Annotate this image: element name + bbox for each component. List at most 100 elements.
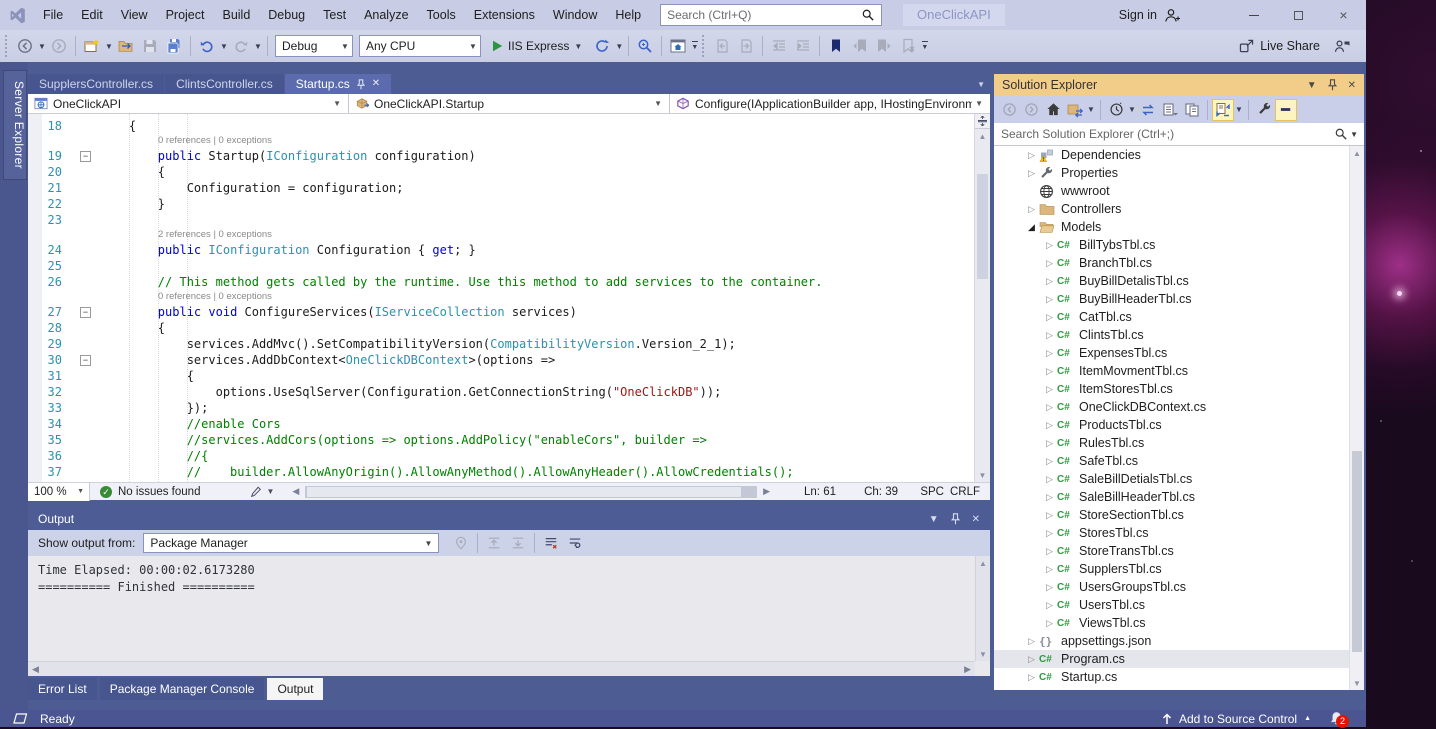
scrollbar-thumb[interactable] [307, 487, 741, 497]
menu-item-tools[interactable]: Tools [418, 0, 465, 30]
quick-search-box[interactable] [660, 4, 882, 26]
pending-changes-filter-icon[interactable] [1105, 99, 1127, 121]
code-line[interactable]: 32 options.UseSqlServer(Configuration.Ge… [28, 384, 974, 400]
expander-collapsed-icon[interactable]: ▷ [1042, 618, 1057, 629]
tree-item-storesectiontbl-cs[interactable]: ▷C#StoreSectionTbl.cs [994, 506, 1364, 524]
tree-item-clintstbl-cs[interactable]: ▷C#ClintsTbl.cs [994, 326, 1364, 344]
scroll-right-icon[interactable]: ▶ [759, 486, 774, 497]
expander-collapsed-icon[interactable]: ▷ [1042, 402, 1057, 413]
tree-item-billtybstbl-cs[interactable]: ▷C#BillTybsTbl.cs [994, 236, 1364, 254]
expander-collapsed-icon[interactable]: ▷ [1042, 366, 1057, 377]
next-message-icon[interactable] [506, 531, 530, 555]
type-dropdown[interactable]: OneClickAPI.Startup ▼ [349, 94, 670, 113]
menu-item-project[interactable]: Project [157, 0, 214, 30]
collapse-toggle-icon[interactable]: − [80, 151, 91, 162]
code-line[interactable]: 27− public void ConfigureServices(IServi… [28, 304, 974, 320]
code-line[interactable]: 37 // builder.AllowAnyOrigin().AllowAnyM… [28, 464, 974, 480]
close-icon[interactable]: ✕ [972, 514, 980, 525]
zoom-level-dropdown[interactable]: 100 % ▼ [28, 483, 90, 501]
navigate-backward-doc-icon[interactable] [710, 34, 734, 58]
tree-item-oneclickdbcontext-cs[interactable]: ▷C#OneClickDBContext.cs [994, 398, 1364, 416]
goto-message-icon[interactable] [449, 531, 473, 555]
scroll-right-icon[interactable]: ▶ [960, 664, 975, 675]
window-position-dropdown-icon[interactable]: ▼ [929, 514, 939, 525]
dropdown-arrow-icon[interactable]: ▼ [37, 35, 47, 57]
close-icon[interactable]: ✕ [1348, 80, 1356, 91]
tree-item-expensestbl-cs[interactable]: ▷C#ExpensesTbl.cs [994, 344, 1364, 362]
output-horizontal-scrollbar[interactable]: ◀ ▶ [28, 661, 975, 676]
tree-item-startup-cs[interactable]: ▷C#Startup.cs [994, 668, 1364, 686]
expander-collapsed-icon[interactable]: ▷ [1042, 456, 1057, 467]
bookmark-prev-icon[interactable] [848, 34, 872, 58]
output-vertical-scrollbar[interactable]: ▲ ▼ [975, 556, 990, 661]
prev-message-icon[interactable] [482, 531, 506, 555]
document-tab-clintscontroller-cs[interactable]: ClintsController.cs [165, 74, 284, 94]
editor-vertical-scrollbar[interactable]: ▲ ▼ [974, 114, 990, 482]
tree-item-salebillheadertbl-cs[interactable]: ▷C#SaleBillHeaderTbl.cs [994, 488, 1364, 506]
tree-item-wwwroot[interactable]: wwwroot [994, 182, 1364, 200]
expander-collapsed-icon[interactable]: ▷ [1042, 330, 1057, 341]
menu-item-help[interactable]: Help [606, 0, 650, 30]
save-all-icon[interactable] [162, 34, 186, 58]
live-share-button[interactable]: Live Share [1239, 39, 1320, 53]
save-icon[interactable] [138, 34, 162, 58]
member-dropdown[interactable]: Configure(IApplicationBuilder app, IHost… [670, 94, 990, 113]
properties-icon[interactable] [1253, 99, 1275, 121]
background-tasks-icon[interactable] [13, 713, 28, 724]
open-file-icon[interactable] [114, 34, 138, 58]
collapse-toggle-icon[interactable]: − [80, 355, 91, 366]
tree-item-buybilldetalistbl-cs[interactable]: ▷C#BuyBillDetalisTbl.cs [994, 272, 1364, 290]
tree-item-cattbl-cs[interactable]: ▷C#CatTbl.cs [994, 308, 1364, 326]
tree-item-branchtbl-cs[interactable]: ▷C#BranchTbl.cs [994, 254, 1364, 272]
code-line[interactable]: 25 [28, 258, 974, 274]
collapse-toggle-icon[interactable]: − [80, 307, 91, 318]
solution-search-box[interactable]: ▼ [994, 123, 1364, 146]
codelens-indicator[interactable]: 0 references | 0 exceptions [28, 134, 974, 148]
refresh-icon[interactable] [590, 34, 614, 58]
new-project-icon[interactable] [80, 34, 104, 58]
split-window-handle[interactable] [975, 114, 990, 129]
tool-tab-package-manager-console[interactable]: Package Manager Console [100, 678, 265, 700]
send-feedback-icon[interactable] [1334, 39, 1350, 54]
expander-collapsed-icon[interactable]: ▷ [1042, 240, 1057, 251]
expander-collapsed-icon[interactable]: ▷ [1024, 150, 1039, 161]
expander-collapsed-icon[interactable]: ▷ [1042, 582, 1057, 593]
scroll-up-icon[interactable]: ▲ [975, 129, 990, 143]
close-button[interactable]: × [1321, 0, 1366, 30]
expander-collapsed-icon[interactable]: ▷ [1042, 276, 1057, 287]
code-line[interactable]: 23 [28, 212, 974, 228]
menu-item-analyze[interactable]: Analyze [355, 0, 417, 30]
clear-all-icon[interactable] [539, 531, 563, 555]
code-line[interactable]: 22 } [28, 196, 974, 212]
code-line[interactable]: 26 // This method gets called by the run… [28, 274, 974, 290]
bookmark-clear-icon[interactable] [896, 34, 920, 58]
tree-item-productstbl-cs[interactable]: ▷C#ProductsTbl.cs [994, 416, 1364, 434]
code-line[interactable]: 33 }); [28, 400, 974, 416]
dropdown-arrow-icon[interactable]: ▼ [1127, 99, 1137, 121]
sync-with-active-document-icon[interactable] [1212, 99, 1234, 121]
toolbar-grip[interactable] [5, 35, 10, 57]
solution-search-input[interactable] [994, 127, 1335, 141]
expander-collapsed-icon[interactable]: ▷ [1042, 438, 1057, 449]
menu-item-test[interactable]: Test [314, 0, 355, 30]
browser-link-icon[interactable] [633, 34, 657, 58]
word-wrap-icon[interactable] [563, 531, 587, 555]
tree-item-dependencies[interactable]: ▷Dependencies [994, 146, 1364, 164]
codelens-indicator[interactable]: 2 references | 0 exceptions [28, 228, 974, 242]
expander-collapsed-icon[interactable]: ▷ [1024, 204, 1039, 215]
navigate-forward-doc-icon[interactable] [734, 34, 758, 58]
preview-selected-items-icon[interactable] [1275, 99, 1297, 121]
code-line[interactable]: 29 services.AddMvc().SetCompatibilityVer… [28, 336, 974, 352]
expander-collapsed-icon[interactable]: ▷ [1042, 564, 1057, 575]
indent-increase-icon[interactable] [791, 34, 815, 58]
tree-item-safetbl-cs[interactable]: ▷C#SafeTbl.cs [994, 452, 1364, 470]
tree-item-salebilldetialstbl-cs[interactable]: ▷C#SaleBillDetialsTbl.cs [994, 470, 1364, 488]
dropdown-arrow-icon[interactable]: ▼ [1086, 99, 1096, 121]
bookmark-icon[interactable] [824, 34, 848, 58]
tree-item-supplerstbl-cs[interactable]: ▷C#SupplersTbl.cs [994, 560, 1364, 578]
switch-views-icon[interactable] [1064, 99, 1086, 121]
expander-collapsed-icon[interactable]: ▷ [1042, 384, 1057, 395]
sync-icon[interactable] [1137, 99, 1159, 121]
scroll-down-icon[interactable]: ▼ [976, 647, 990, 661]
code-line[interactable]: 36 //{ [28, 448, 974, 464]
